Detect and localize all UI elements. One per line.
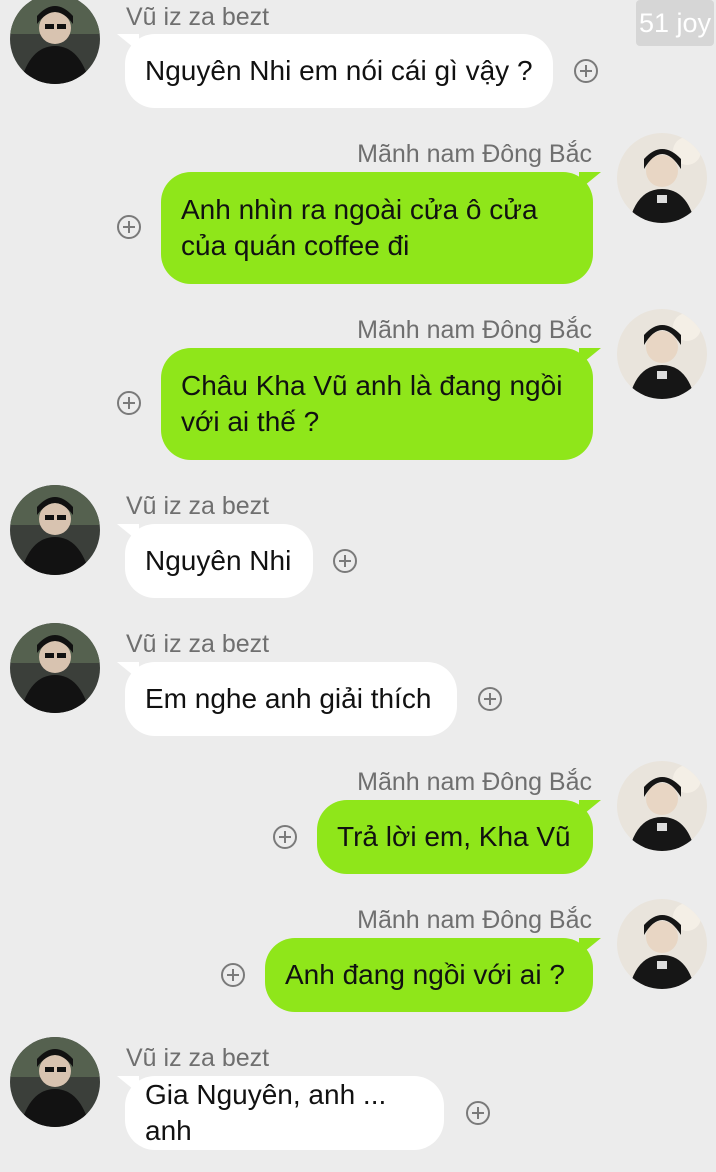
message-bubble[interactable]: Châu Kha Vũ anh là đang ngồi với ai thế … <box>161 348 593 460</box>
sender-name: Vũ iz za bezt <box>126 492 270 520</box>
message-bubble[interactable]: Anh đang ngồi với ai ? <box>265 938 593 1012</box>
sender-name: Vũ iz za bezt <box>126 3 270 31</box>
avatar[interactable] <box>10 485 100 575</box>
add-reaction-icon[interactable] <box>273 825 297 849</box>
add-reaction-icon[interactable] <box>117 391 141 415</box>
message-text: Nguyên Nhi <box>145 545 292 576</box>
add-reaction-icon[interactable] <box>478 687 502 711</box>
avatar[interactable] <box>10 623 100 713</box>
message-bubble[interactable]: Nguyên Nhi <box>125 524 313 598</box>
message-text: Châu Kha Vũ anh là đang ngồi với ai thế … <box>181 370 563 437</box>
add-reaction-icon[interactable] <box>117 215 141 239</box>
message-bubble[interactable]: Trả lời em, Kha Vũ <box>317 800 593 874</box>
avatar[interactable] <box>617 899 707 989</box>
sender-name: Vũ iz za bezt <box>126 1044 270 1072</box>
message-text: Anh đang ngồi với ai ? <box>285 959 565 990</box>
message-text: Em nghe anh giải thích <box>145 683 432 714</box>
avatar[interactable] <box>10 1037 100 1127</box>
watermark: 51 joy <box>636 0 714 46</box>
sender-name: Mãnh nam Đông Bắc <box>357 140 592 168</box>
message-text: Nguyên Nhi em nói cái gì vậy ? <box>145 55 533 86</box>
message-text: Anh nhìn ra ngoài cửa ô cửa của quán cof… <box>181 194 538 261</box>
add-reaction-icon[interactable] <box>333 549 357 573</box>
add-reaction-icon[interactable] <box>221 963 245 987</box>
message-bubble[interactable]: Gia Nguyên, anh ... anh <box>125 1076 444 1150</box>
sender-name: Mãnh nam Đông Bắc <box>357 768 592 796</box>
message-bubble[interactable]: Anh nhìn ra ngoài cửa ô cửa của quán cof… <box>161 172 593 284</box>
sender-name: Vũ iz za bezt <box>126 630 270 658</box>
avatar[interactable] <box>617 133 707 223</box>
sender-name: Mãnh nam Đông Bắc <box>357 906 592 934</box>
avatar[interactable] <box>617 309 707 399</box>
avatar[interactable] <box>617 761 707 851</box>
message-text: Trả lời em, Kha Vũ <box>337 821 571 852</box>
avatar[interactable] <box>10 0 100 84</box>
add-reaction-icon[interactable] <box>466 1101 490 1125</box>
add-reaction-icon[interactable] <box>574 59 598 83</box>
message-bubble[interactable]: Em nghe anh giải thích <box>125 662 457 736</box>
message-bubble[interactable]: Nguyên Nhi em nói cái gì vậy ? <box>125 34 553 108</box>
sender-name: Mãnh nam Đông Bắc <box>357 316 592 344</box>
message-text: Gia Nguyên, anh ... anh <box>145 1079 387 1146</box>
